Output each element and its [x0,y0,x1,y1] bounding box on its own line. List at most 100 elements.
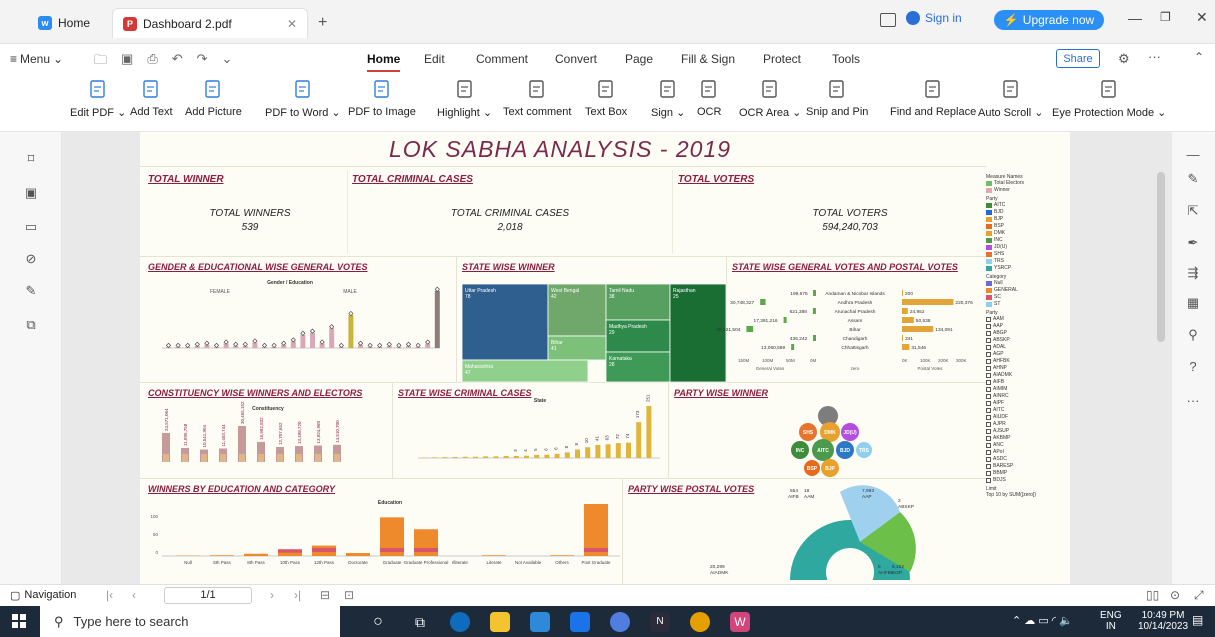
legend-item[interactable]: AJSUP [986,428,1066,435]
next-page-icon[interactable]: › [270,588,274,602]
checkbox[interactable] [986,401,991,406]
legend-item[interactable]: AIADMK [986,372,1066,379]
taskbar-search[interactable]: ⚲ Type here to search [40,606,340,637]
checkbox[interactable] [986,443,991,448]
edit-icon[interactable]: ✎ [1186,172,1200,186]
export-icon[interactable]: ⇱ [1186,204,1200,218]
ribbon-add-picture-button[interactable]: Add Picture [185,78,242,118]
ribbon-auto-scroll-button[interactable]: Auto Scroll ⌄ [978,78,1043,119]
checkbox[interactable] [986,464,991,469]
thumbnail-icon[interactable]: ▣ [24,186,38,200]
chrome-icon[interactable] [690,612,710,632]
open-icon[interactable]: 🗀 [94,51,107,73]
legend-item[interactable]: BARESP [986,463,1066,470]
legend-item[interactable]: ASDC [986,456,1066,463]
scrollbar-thumb[interactable] [1157,172,1165,342]
mail-icon[interactable] [570,612,590,632]
checkbox[interactable] [986,359,991,364]
legend-item[interactable]: ABGP [986,330,1066,337]
ribbon-sign-button[interactable]: Sign ⌄ [651,78,685,119]
legend-item[interactable]: AGP [986,351,1066,358]
attachment-icon[interactable]: ⊘ [24,252,38,266]
legend-item[interactable]: ANC [986,442,1066,449]
page-number-input[interactable]: 1/1 [164,587,252,604]
chevron-down-icon[interactable]: ⌄ [222,51,233,73]
prev-page-icon[interactable]: ‹ [132,588,136,602]
legend-item[interactable]: AAP [986,323,1066,330]
legend-item[interactable]: AAM [986,316,1066,323]
menu-button[interactable]: ≡ Menu ⌄ [10,52,63,66]
fit-width-icon[interactable]: ⊡ [344,588,354,602]
checkbox[interactable] [986,450,991,455]
ribbon-pdf-to-word-button[interactable]: PDF to Word ⌄ [265,78,341,119]
comment-icon[interactable]: ▭ [24,220,38,234]
menu-tab-home[interactable]: Home [367,52,401,72]
menu-tab-page[interactable]: Page [625,52,653,66]
checkbox[interactable] [986,338,991,343]
checkbox[interactable] [986,457,991,462]
checkbox[interactable] [986,415,991,420]
legend-item[interactable]: AHFBK [986,358,1066,365]
translate-icon[interactable]: ▦ [1186,296,1200,310]
language-indicator[interactable]: ENG IN [1100,610,1122,632]
ribbon-pdf-to-image-button[interactable]: PDF to Image [348,78,416,118]
tray-icons[interactable]: ⌃ ☁ ▭ ◜ 🔈 [1012,614,1073,627]
vertical-scrollbar[interactable] [1157,142,1165,572]
checkbox[interactable] [986,373,991,378]
fit-page-icon[interactable]: ⊟ [320,588,330,602]
menu-tab-comment[interactable]: Comment [476,52,528,66]
notification-icon[interactable]: ▤ [1192,613,1203,627]
legend-item[interactable]: AJPR [986,421,1066,428]
adjust-icon[interactable]: ⇶ [1186,266,1200,280]
edge-icon[interactable] [450,612,470,632]
menu-tab-protect[interactable]: Protect [763,52,801,66]
restore-icon[interactable]: ❐ [1160,10,1171,24]
file-explorer-icon[interactable] [490,612,510,632]
tab-dashboard-pdf[interactable]: P Dashboard 2.pdf ✕ [112,8,308,38]
undo-icon[interactable]: ↶ [172,51,183,73]
print-icon[interactable]: ⎙ [147,51,157,73]
minimize-panel-icon[interactable]: — [1186,148,1200,162]
pen-icon[interactable]: ✒ [1186,236,1200,250]
legend-item[interactable]: ADAL [986,344,1066,351]
menu-tab-convert[interactable]: Convert [555,52,597,66]
ribbon-text-comment-button[interactable]: Text comment [503,78,571,118]
checkbox[interactable] [986,408,991,413]
navigation-button[interactable]: ▢ Navigation [10,589,76,602]
help-icon[interactable]: ? [1186,360,1200,374]
legend-item[interactable]: AIFB [986,379,1066,386]
redo-icon[interactable]: ↷ [197,51,208,73]
ribbon-snip-and-pin-button[interactable]: Snip and Pin [806,78,868,118]
legend-item[interactable]: BDJS [986,477,1066,484]
save-icon[interactable]: ▣ [121,51,133,73]
ribbon-ocr-area-button[interactable]: OCR Area ⌄ [739,78,801,119]
ribbon-edit-pdf-button[interactable]: Edit PDF ⌄ [70,78,126,119]
clock[interactable]: 10:49 PM 10/14/2023 [1138,610,1188,632]
legend-item[interactable]: AIPF [986,400,1066,407]
window-close-icon[interactable]: ✕ [1196,9,1208,26]
ribbon-eye-protection-mode-button[interactable]: Eye Protection Mode ⌄ [1052,78,1166,119]
legend-item[interactable]: AIUDF [986,414,1066,421]
layout-icon[interactable] [880,13,896,27]
menu-tab-tools[interactable]: Tools [832,52,860,66]
legend-item[interactable]: AHNP [986,365,1066,372]
checkbox[interactable] [986,422,991,427]
signature-icon[interactable]: ✎ [24,284,38,298]
reading-mode-icon[interactable]: ▯▯ [1146,588,1159,602]
checkbox[interactable] [986,352,991,357]
legend-item[interactable]: AITC [986,407,1066,414]
checkbox[interactable] [986,366,991,371]
layers-icon[interactable]: ⧉ [24,318,38,332]
store-icon[interactable] [530,612,550,632]
checkbox[interactable] [986,324,991,329]
minimize-icon[interactable]: — [1128,10,1142,26]
app-icon[interactable] [610,612,630,632]
checkbox[interactable] [986,345,991,350]
close-icon[interactable]: ✕ [287,17,297,31]
checkbox[interactable] [986,478,991,483]
first-page-icon[interactable]: |‹ [106,588,113,602]
checkbox[interactable] [986,317,991,322]
task-view-icon[interactable]: ⧉ [410,612,430,632]
checkbox[interactable] [986,387,991,392]
legend-item[interactable]: ABSKP [986,337,1066,344]
